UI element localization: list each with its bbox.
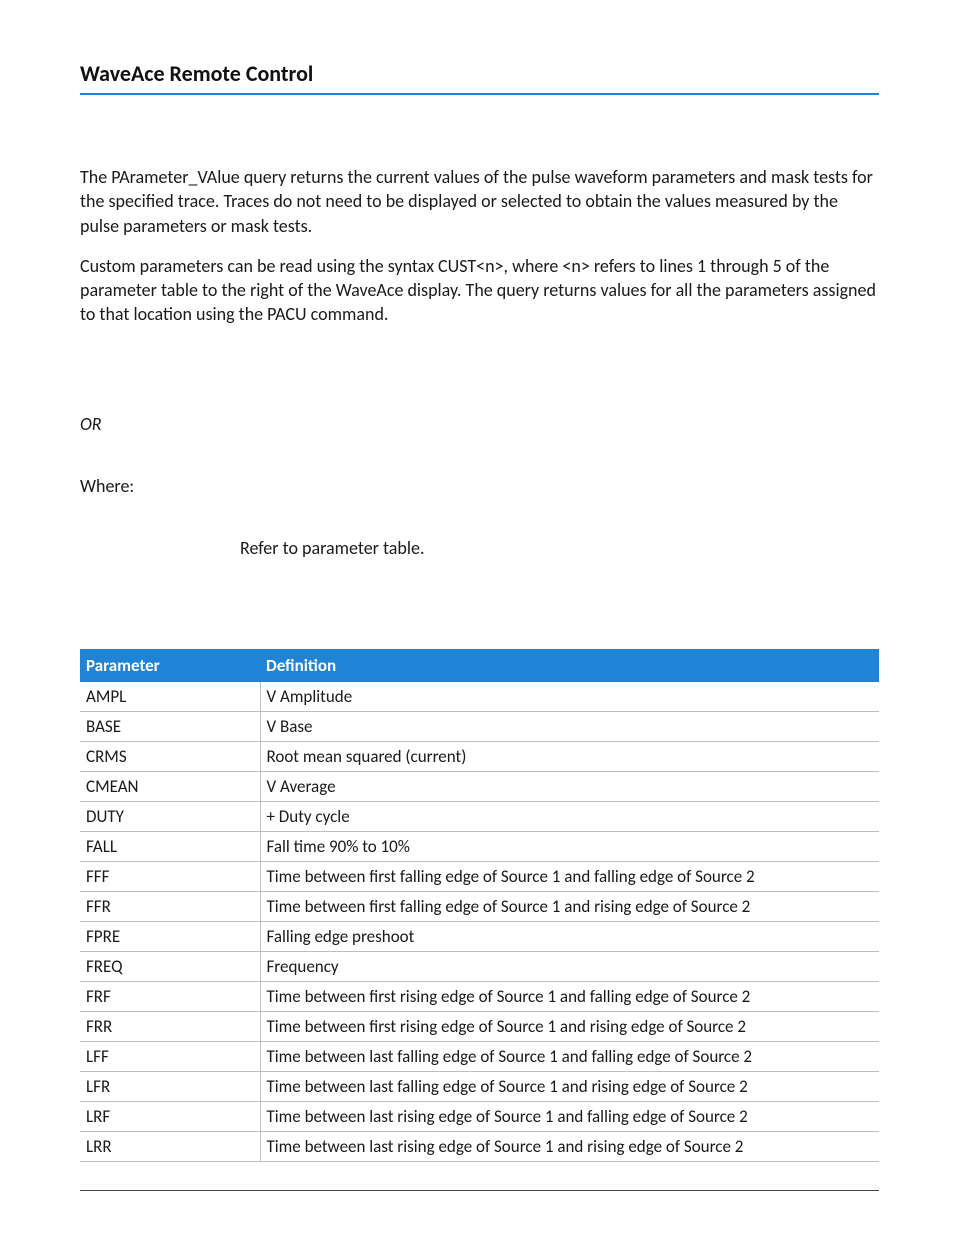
spacer: [80, 435, 879, 475]
definition-cell: Time between first rising edge of Source…: [260, 981, 879, 1011]
param-cell: DUTY: [80, 801, 260, 831]
table-row: LFRTime between last falling edge of Sou…: [80, 1071, 879, 1101]
param-cell: FRR: [80, 1011, 260, 1041]
table-row: DUTY+ Duty cycle: [80, 801, 879, 831]
spacer: [80, 629, 879, 649]
paragraph-1: The PArameter_VAlue query returns the cu…: [80, 165, 879, 238]
table-row: FALLFall time 90% to 10%: [80, 831, 879, 861]
param-cell: LRR: [80, 1131, 260, 1161]
parameter-table: Parameter Definition AMPLV AmplitudeBASE…: [80, 649, 879, 1162]
definition-cell: Root mean squared (current): [260, 741, 879, 771]
col-header-definition: Definition: [260, 649, 879, 682]
definition-cell: Time between first falling edge of Sourc…: [260, 891, 879, 921]
param-cell: FFR: [80, 891, 260, 921]
param-cell: LFR: [80, 1071, 260, 1101]
definition-cell: Falling edge preshoot: [260, 921, 879, 951]
definition-cell: Time between first falling edge of Sourc…: [260, 861, 879, 891]
col-header-parameter: Parameter: [80, 649, 260, 682]
table-row: FPREFalling edge preshoot: [80, 921, 879, 951]
page: WaveAce Remote Control The PArameter_VAl…: [0, 0, 954, 1231]
param-cell: LRF: [80, 1101, 260, 1131]
definition-cell: Time between first rising edge of Source…: [260, 1011, 879, 1041]
page-title: WaveAce Remote Control: [80, 60, 879, 87]
where-label: Where:: [80, 475, 879, 497]
definition-cell: V Amplitude: [260, 682, 879, 712]
param-cell: AMPL: [80, 682, 260, 712]
definition-cell: Time between last rising edge of Source …: [260, 1101, 879, 1131]
table-row: FFFTime between first falling edge of So…: [80, 861, 879, 891]
definition-cell: V Average: [260, 771, 879, 801]
table-row: FREQFrequency: [80, 951, 879, 981]
table-row: BASEV Base: [80, 711, 879, 741]
table-row: CMEANV Average: [80, 771, 879, 801]
param-cell: FREQ: [80, 951, 260, 981]
definition-cell: Time between last falling edge of Source…: [260, 1041, 879, 1071]
definition-cell: Time between last falling edge of Source…: [260, 1071, 879, 1101]
spacer: [80, 343, 879, 413]
param-cell: FPRE: [80, 921, 260, 951]
definition-cell: Fall time 90% to 10%: [260, 831, 879, 861]
param-cell: BASE: [80, 711, 260, 741]
param-cell: LFF: [80, 1041, 260, 1071]
param-cell: FFF: [80, 861, 260, 891]
table-header-row: Parameter Definition: [80, 649, 879, 682]
param-cell: CRMS: [80, 741, 260, 771]
table-row: LRRTime between last rising edge of Sour…: [80, 1131, 879, 1161]
spacer: [80, 559, 879, 629]
table-row: FRFTime between first rising edge of Sou…: [80, 981, 879, 1011]
table-row: FRRTime between first rising edge of Sou…: [80, 1011, 879, 1041]
or-label: OR: [80, 413, 879, 435]
spacer: [80, 497, 879, 537]
param-cell: CMEAN: [80, 771, 260, 801]
definition-cell: Time between last rising edge of Source …: [260, 1131, 879, 1161]
table-row: CRMSRoot mean squared (current): [80, 741, 879, 771]
param-cell: FRF: [80, 981, 260, 1011]
definition-cell: Frequency: [260, 951, 879, 981]
param-cell: FALL: [80, 831, 260, 861]
definition-cell: V Base: [260, 711, 879, 741]
header-rule: [80, 93, 879, 95]
definition-cell: + Duty cycle: [260, 801, 879, 831]
refer-text: Refer to parameter table.: [240, 537, 879, 559]
paragraph-2: Custom parameters can be read using the …: [80, 254, 879, 327]
table-row: LRFTime between last rising edge of Sour…: [80, 1101, 879, 1131]
footer-rule: [80, 1190, 879, 1191]
table-row: LFFTime between last falling edge of Sou…: [80, 1041, 879, 1071]
table-row: FFRTime between first falling edge of So…: [80, 891, 879, 921]
table-row: AMPLV Amplitude: [80, 682, 879, 712]
